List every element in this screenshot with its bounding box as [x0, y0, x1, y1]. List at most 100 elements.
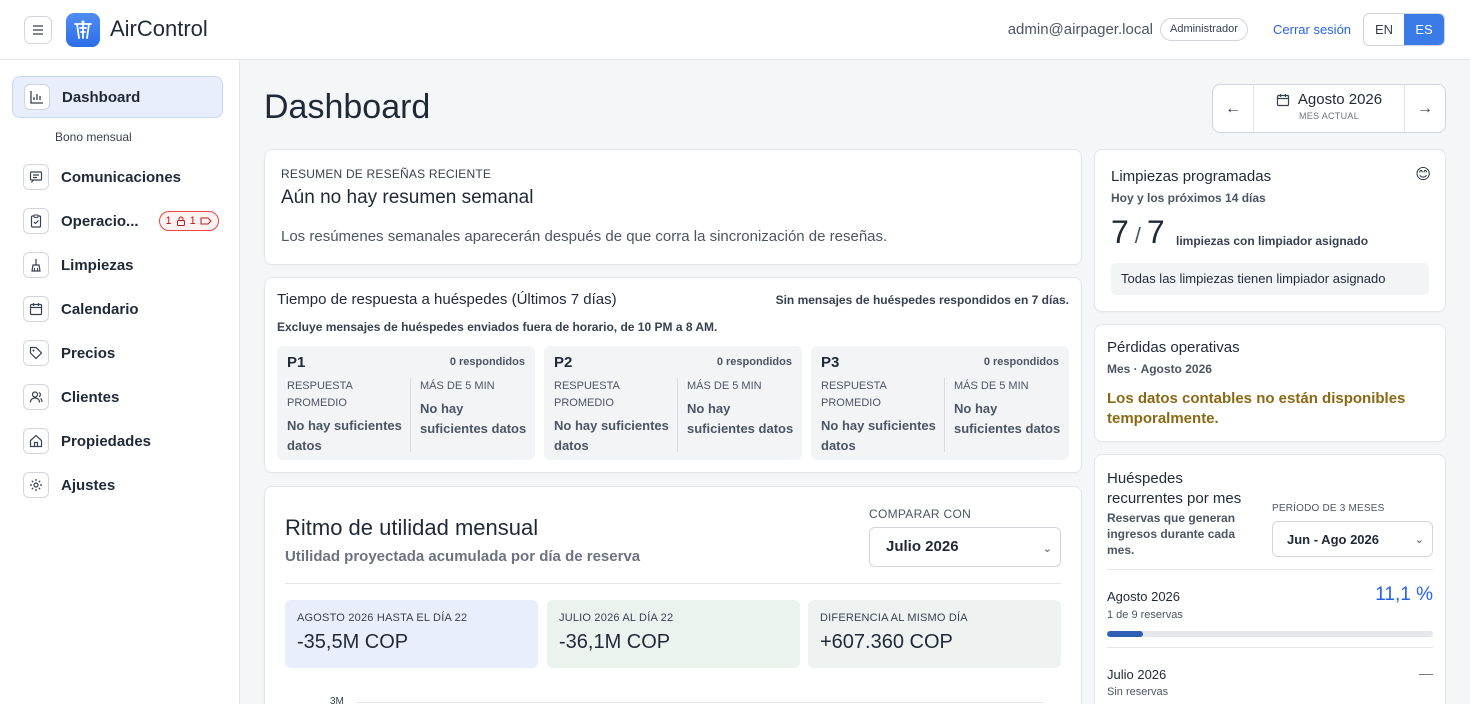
- sidebar-item-label: Dashboard: [62, 88, 141, 106]
- tower-icon: [74, 20, 92, 39]
- avg-label: RESPUESTA PROMEDIO: [821, 380, 887, 409]
- reviews-summary-card: RESUMEN DE RESEÑAS RECIENTE Aún no hay r…: [264, 149, 1082, 265]
- compare-select[interactable]: Julio 2026 ⌄: [869, 527, 1061, 567]
- avg-value: No hay suficientes datos: [554, 418, 669, 453]
- sidebar-item-calendario[interactable]: Calendario: [12, 288, 223, 330]
- sidebar-subitem-bono[interactable]: Bono mensual: [55, 130, 132, 144]
- sidebar-item-limpiezas[interactable]: Limpiezas: [12, 244, 223, 286]
- user-email: admin@airpager.local: [1007, 21, 1153, 38]
- lang-en-button[interactable]: EN: [1364, 14, 1404, 45]
- month-sub-label: MES ACTUAL: [1298, 111, 1359, 121]
- over-value: No hay suficientes datos: [687, 401, 794, 436]
- language-switch: EN ES: [1363, 13, 1445, 46]
- message-icon: [23, 164, 49, 190]
- avg-value: No hay suficientes datos: [287, 418, 402, 453]
- chart-y-tick: 3M: [330, 696, 344, 704]
- reviews-title: Aún no hay resumen semanal: [281, 187, 534, 208]
- sidebar-item-ajustes[interactable]: Ajustes: [12, 464, 223, 506]
- sidebar-item-label: Propiedades: [61, 432, 152, 450]
- profit-title: Ritmo de utilidad mensual: [285, 515, 539, 540]
- recurring-row-title: Julio 2026: [1107, 667, 1167, 682]
- losses-warning: Los datos contables no están disponibles…: [1107, 390, 1406, 427]
- reviews-kicker: RESUMEN DE RESEÑAS RECIENTE: [281, 167, 492, 181]
- sidebar-item-label: Calendario: [61, 300, 139, 318]
- role-badge: Administrador: [1160, 18, 1248, 41]
- logo: [66, 13, 100, 47]
- compare-label: COMPARAR CON: [869, 507, 972, 521]
- hamburger-icon: [33, 25, 43, 35]
- arrow-right-icon: →: [1417, 99, 1433, 117]
- cleanings-title: Limpiezas programadas: [1111, 168, 1272, 185]
- cleanings-count: 7/7: [1111, 214, 1165, 251]
- chevron-down-icon: ⌄: [1042, 543, 1052, 555]
- sidebar-item-label: Limpiezas: [61, 256, 134, 274]
- chevron-down-icon: ⌄: [1414, 534, 1424, 546]
- recurring-row-sub: 1 de 9 reservas: [1107, 609, 1183, 621]
- smile-icon: 😊: [1415, 166, 1431, 183]
- logout-link[interactable]: Cerrar sesión: [1273, 22, 1351, 37]
- over-label: MÁS DE 5 MIN: [420, 380, 495, 392]
- sidebar-item-precios[interactable]: Precios: [12, 332, 223, 374]
- cleanings-assigned: 7: [1111, 214, 1129, 250]
- recurring-guests-card: Huéspedes recurrentes por mes Reservas q…: [1094, 454, 1446, 704]
- priority-count: 0 respondidos: [983, 356, 1059, 368]
- avg-value: No hay suficientes datos: [821, 418, 936, 453]
- bar-chart-icon: [24, 84, 50, 110]
- lang-es-button[interactable]: ES: [1404, 14, 1444, 45]
- priority-box: P1 0 respondidos RESPUESTA PROMEDIO No ha…: [277, 346, 535, 460]
- divider: [1107, 647, 1433, 648]
- sidebar-item-comunicaciones[interactable]: Comunicaciones: [12, 156, 223, 198]
- over-label: MÁS DE 5 MIN: [954, 380, 1029, 392]
- stat-value: +607.360 COP: [820, 631, 953, 653]
- progress-fill: [1107, 631, 1144, 637]
- tag-icon: [200, 217, 212, 225]
- sidebar-item-label: Ajustes: [61, 476, 116, 494]
- recurring-row-title: Agosto 2026: [1107, 589, 1181, 604]
- next-month-button[interactable]: →: [1405, 85, 1445, 132]
- calendar-icon: [23, 296, 49, 322]
- period-value: Jun - Ago 2026: [1287, 532, 1379, 547]
- cleaning-icon: [23, 252, 49, 278]
- priority-count: 0 respondidos: [716, 356, 792, 368]
- recurring-row-sub: Sin reservas: [1107, 686, 1169, 698]
- chart-gridline: [357, 702, 1043, 703]
- period-select[interactable]: Jun - Ago 2026 ⌄: [1272, 521, 1433, 557]
- reviews-text: Los resúmenes semanales aparecerán despu…: [281, 228, 888, 245]
- over-value: No hay suficientes datos: [954, 401, 1061, 436]
- sidebar-item-operaciones[interactable]: Operacio... 1 1: [12, 200, 223, 242]
- over-label: MÁS DE 5 MIN: [687, 380, 762, 392]
- priority-name: P3: [821, 354, 840, 371]
- priority-name: P2: [554, 354, 573, 371]
- cleanings-count-label: limpiezas con limpiador asignado: [1176, 234, 1369, 248]
- response-time-card: Tiempo de respuesta a huéspedes (Últimos…: [264, 277, 1082, 473]
- stat-label: JULIO 2026 AL DÍA 22: [559, 612, 674, 624]
- brand-name: AirControl: [110, 16, 208, 41]
- profit-pace-card: Ritmo de utilidad mensual Utilidad proye…: [264, 486, 1082, 704]
- operations-alert-badge: 1 1: [158, 211, 219, 231]
- losses-title: Pérdidas operativas: [1107, 339, 1240, 356]
- sidebar-item-label: Precios: [61, 344, 116, 362]
- avg-label: RESPUESTA PROMEDIO: [287, 380, 353, 409]
- divider: [1107, 569, 1433, 570]
- sidebar-item-propiedades[interactable]: Propiedades: [12, 420, 223, 462]
- stat-label: AGOSTO 2026 HASTA EL DÍA 22: [297, 612, 468, 624]
- recurring-row-value: —: [1419, 665, 1433, 681]
- profit-sub: Utilidad proyectada acumulada por día de…: [285, 548, 641, 565]
- losses-sub: Mes · Agosto 2026: [1107, 362, 1212, 376]
- sidebar-item-label: Clientes: [61, 388, 120, 406]
- priority-name: P1: [287, 354, 306, 371]
- cleanings-card: Limpiezas programadas Hoy y los próximos…: [1094, 149, 1446, 312]
- sidebar-item-label: Comunicaciones: [61, 168, 182, 186]
- recurring-title: Huéspedes recurrentes por mes: [1107, 470, 1242, 507]
- users-icon: [23, 384, 49, 410]
- recurring-progress-bar: [1107, 631, 1433, 637]
- cleanings-status: Todas las limpiezas tienen limpiador asi…: [1111, 263, 1429, 295]
- menu-toggle-button[interactable]: [24, 16, 52, 44]
- sidebar-item-dashboard[interactable]: Dashboard: [12, 76, 223, 118]
- prev-month-button[interactable]: ←: [1213, 85, 1253, 132]
- stat-label: DIFERENCIA AL MISMO DÍA: [820, 612, 968, 624]
- response-note: Sin mensajes de huéspedes respondidos en…: [775, 293, 1069, 307]
- sidebar: Dashboard Bono mensual Comunicaciones Op…: [0, 60, 240, 704]
- sidebar-item-clientes[interactable]: Clientes: [12, 376, 223, 418]
- month-display[interactable]: Agosto 2026 MES ACTUAL: [1253, 85, 1405, 132]
